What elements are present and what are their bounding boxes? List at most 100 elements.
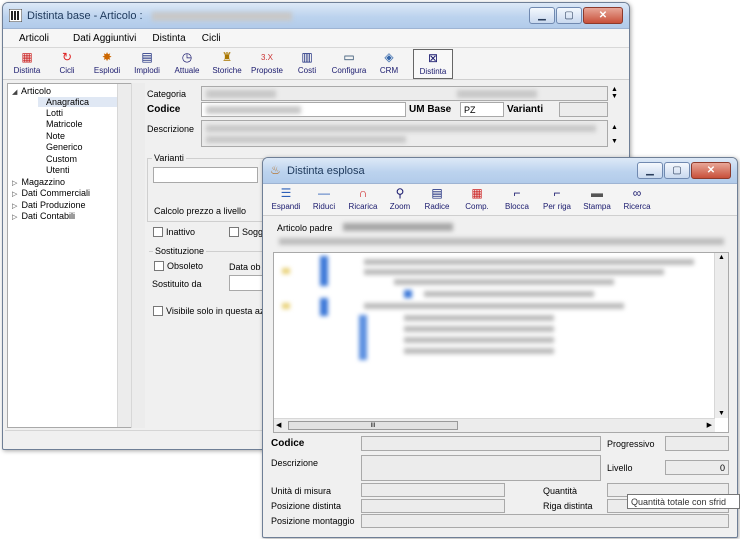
toolbar-distinta-active-button[interactable]: ⊠ Distinta bbox=[413, 49, 453, 79]
toolbar-costi-button[interactable]: ▥ Costi bbox=[287, 49, 327, 79]
zoom-tool-icon: ⚲ bbox=[395, 186, 405, 200]
categoria-label: Categoria bbox=[147, 89, 187, 99]
codice-field[interactable] bbox=[201, 102, 406, 117]
menu-distinta[interactable]: Distinta bbox=[144, 29, 193, 47]
toolbar-blocca-button[interactable]: ⌐ Blocca bbox=[497, 185, 537, 215]
costs-grid-icon: ▥ bbox=[301, 50, 313, 64]
collapse-arrow-icon: ◢ bbox=[12, 89, 18, 96]
toolbar-ricerca-button[interactable]: ∞ Ricerca bbox=[617, 185, 657, 215]
posizione-distinta-label: Posizione distinta bbox=[271, 501, 342, 511]
tree-scrollbar[interactable] bbox=[117, 84, 131, 427]
toolbar-comp-button[interactable]: ▦ Comp. bbox=[457, 185, 497, 215]
main-window-title: Distinta base - Articolo : bbox=[27, 10, 292, 22]
exploded-minimize-button[interactable]: ▁ bbox=[637, 162, 663, 179]
toolbar-configura-button[interactable]: ▭ Configura bbox=[327, 49, 371, 79]
expand-lines-icon: ☰ bbox=[280, 186, 292, 200]
articolo-padre-description bbox=[277, 236, 728, 248]
inattivo-checkbox[interactable]: Inattivo bbox=[153, 227, 195, 237]
exploded-toolbar: ☰ Espandi — Riduci ∩ Ricarica ⚲ Zoom ▤ Radice… bbox=[263, 184, 737, 216]
descrizione-field[interactable] bbox=[201, 120, 608, 147]
tree-item-dati-commerciali[interactable]: ▷ Dati Commerciali bbox=[12, 188, 90, 198]
main-scrollbar[interactable] bbox=[131, 83, 145, 428]
hscroll-thumb[interactable]: III bbox=[288, 421, 458, 430]
scroll-down-arrow-icon: ▼ bbox=[718, 410, 725, 417]
toolbar-distinta-button[interactable]: ▦ Distinta bbox=[7, 49, 47, 79]
descrizione-label: Descrizione bbox=[147, 124, 195, 134]
exploded-bom-window: ♨ Distinta esplosa ▁ ▢ ✕ ☰ Espandi — Riduc… bbox=[262, 157, 738, 538]
tree-item-lotti[interactable]: Lotti bbox=[46, 108, 63, 118]
categoria-spin-icon[interactable]: ▲ ▼ bbox=[611, 86, 618, 100]
bom-active-icon: ⊠ bbox=[427, 51, 439, 65]
toolbar-proposte-button[interactable]: 3.X Proposte bbox=[247, 49, 287, 79]
exploded-titlebar[interactable]: ♨ Distinta esplosa ▁ ▢ ✕ bbox=[263, 158, 737, 184]
menu-cicli[interactable]: Cicli bbox=[194, 29, 229, 47]
sogg-checkbox[interactable]: Sogg bbox=[229, 227, 263, 237]
toolbar-crm-button[interactable]: ◈ CRM bbox=[371, 49, 407, 79]
tree-item-matricole[interactable]: Matricole bbox=[46, 119, 83, 129]
visibile-checkbox[interactable]: Visibile solo in questa az bbox=[153, 306, 264, 316]
visibile-check-box-icon bbox=[153, 306, 163, 316]
tree-item-utenti[interactable]: Utenti bbox=[46, 165, 70, 175]
tree-item-note[interactable]: Note bbox=[46, 131, 65, 141]
minimize-button[interactable]: ▁ bbox=[529, 7, 555, 24]
toolbar-ricarica-button[interactable]: ∩ Ricarica bbox=[343, 185, 383, 215]
expand-arrow-icon: ▷ bbox=[12, 203, 18, 210]
exploded-window-title: Distinta esplosa bbox=[287, 165, 365, 177]
toolbar-attuale-button[interactable]: ◷ Attuale bbox=[167, 49, 207, 79]
varianti-field[interactable] bbox=[559, 102, 608, 117]
posizione-montaggio-field bbox=[361, 514, 729, 528]
um-base-field[interactable]: PZ bbox=[460, 102, 504, 117]
toolbar-radice-button[interactable]: ▤ Radice bbox=[417, 185, 457, 215]
toolbar-storiche-button[interactable]: ♜ Storiche bbox=[207, 49, 247, 79]
maximize-button[interactable]: ▢ bbox=[556, 7, 582, 24]
tree-item-articolo[interactable]: ◢ Articolo bbox=[12, 86, 51, 96]
sostituzione-group-title: Sostituzione bbox=[153, 246, 207, 256]
tree-item-dati-contabili[interactable]: ▷ Dati Contabili bbox=[12, 211, 75, 221]
exploded-close-button[interactable]: ✕ bbox=[691, 162, 731, 179]
scroll-right-arrow-icon: ▶ bbox=[706, 422, 712, 429]
data-obsolescenza-label: Data ob bbox=[229, 262, 261, 272]
obsoleto-checkbox[interactable]: Obsoleto bbox=[154, 261, 203, 271]
menu-articoli[interactable]: Articoli bbox=[11, 29, 57, 47]
close-button[interactable]: ✕ bbox=[583, 7, 623, 24]
progressivo-label: Progressivo bbox=[607, 439, 655, 449]
quantita-label: Quantità bbox=[543, 486, 578, 496]
tree-item-magazzino[interactable]: ▷ Magazzino bbox=[12, 177, 65, 187]
toolbar-espandi-button[interactable]: ☰ Espandi bbox=[267, 185, 305, 215]
toolbar-stampa-button[interactable]: ▬ Stampa bbox=[577, 185, 617, 215]
exploded-maximize-button[interactable]: ▢ bbox=[664, 162, 690, 179]
bom-tree-vscrollbar[interactable]: ▲ ▼ bbox=[714, 253, 728, 418]
posizione-montaggio-label: Posizione montaggio bbox=[271, 516, 355, 526]
crm-icon: ◈ bbox=[384, 50, 394, 64]
toolbar-esplodi-button[interactable]: ✸ Esplodi bbox=[87, 49, 127, 79]
codice-label: Codice bbox=[147, 104, 181, 115]
main-titlebar[interactable]: Distinta base - Articolo : ▁ ▢ ✕ bbox=[3, 3, 629, 29]
row-corner-icon: ⌐ bbox=[553, 186, 561, 200]
tree-item-custom[interactable]: Custom bbox=[46, 154, 77, 164]
menu-dati-aggiuntivi[interactable]: Dati Aggiuntivi bbox=[65, 29, 144, 47]
toolbar-per-riga-button[interactable]: ⌐ Per riga bbox=[537, 185, 577, 215]
main-toolbar: ▦ Distinta ↻ Cicli ✸ Esplodi ▤ Implodi ◷ Attu… bbox=[3, 48, 629, 80]
sogg-check-box-icon bbox=[229, 227, 239, 237]
toolbar-riduci-button[interactable]: — Riduci bbox=[305, 185, 343, 215]
bom-grid-icon: ▦ bbox=[21, 50, 33, 64]
tree-item-dati-produzione[interactable]: ▷ Dati Produzione bbox=[12, 200, 86, 210]
riga-distinta-label: Riga distinta bbox=[543, 501, 593, 511]
root-tree-icon: ▤ bbox=[431, 186, 443, 200]
expand-arrow-icon: ▷ bbox=[12, 191, 18, 198]
explode-icon: ✸ bbox=[101, 50, 113, 64]
app-grid-icon bbox=[9, 9, 22, 22]
toolbar-implodi-button[interactable]: ▤ Implodi bbox=[127, 49, 167, 79]
descrizione-scroll-icon[interactable]: ▲ ▼ bbox=[611, 121, 618, 149]
varianti-input[interactable] bbox=[153, 167, 258, 183]
toolbar-cicli-button[interactable]: ↻ Cicli bbox=[47, 49, 87, 79]
bom-tree-view[interactable]: ▲ ▼ ◀ III ▶ bbox=[273, 252, 729, 433]
expand-arrow-icon: ▷ bbox=[12, 214, 18, 221]
exploded-bom-icon: ♨ bbox=[270, 163, 281, 177]
toolbar-zoom-button[interactable]: ⚲ Zoom bbox=[383, 185, 417, 215]
categoria-field[interactable] bbox=[201, 86, 608, 101]
printer-icon: ▬ bbox=[591, 186, 603, 200]
detail-descrizione-label: Descrizione bbox=[271, 458, 319, 468]
bom-tree-hscrollbar[interactable]: ◀ III ▶ bbox=[274, 418, 715, 432]
tree-item-generico[interactable]: Generico bbox=[46, 142, 83, 152]
